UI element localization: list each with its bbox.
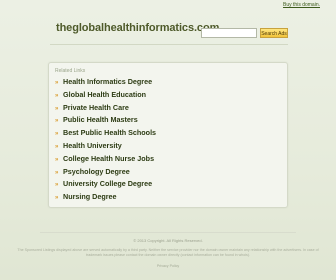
related-link-label: University College Degree: [63, 179, 153, 189]
arrow-right-icon: »: [55, 156, 59, 163]
related-link-label: Psychology Degree: [63, 166, 130, 176]
related-link-health-informatics-degree[interactable]: » Health Informatics Degree: [55, 76, 156, 89]
related-links-list: » Health Informatics Degree » Global Healt…: [55, 76, 156, 204]
related-link-label: Health Informatics Degree: [63, 77, 153, 86]
related-link-label: Best Public Health Schools: [63, 128, 157, 138]
related-link-label: College Health Nurse Jobs: [63, 153, 155, 163]
arrow-right-icon: »: [55, 195, 59, 202]
related-link-university-college-degree[interactable]: » University College Degree: [55, 178, 156, 191]
related-link-best-public-health-schools[interactable]: » Best Public Health Schools: [55, 127, 156, 140]
copyright-text: © 2013 Copyright. All Rights Reserved.: [133, 238, 203, 243]
privacy-policy-link[interactable]: Privacy Policy: [0, 264, 336, 268]
related-links-label: Related Links: [55, 68, 86, 74]
related-link-health-university[interactable]: » Health University: [55, 140, 156, 153]
domain-title: theglobalhealthinformatics.com: [56, 22, 220, 34]
footer-divider: [40, 232, 296, 233]
related-link-private-health-care[interactable]: » Private Health Care: [55, 102, 156, 115]
parked-domain-page: Buy this domain. theglobalhealthinformat…: [0, 0, 336, 280]
disclaimer-text: The Sponsored Listings displayed above a…: [17, 248, 319, 257]
related-link-college-health-nurse-jobs[interactable]: » College Health Nurse Jobs: [55, 153, 156, 166]
arrow-right-icon: »: [55, 143, 59, 150]
related-link-label: Public Health Masters: [63, 115, 138, 125]
related-link-psychology-degree[interactable]: » Psychology Degree: [55, 166, 156, 179]
search-ads-button[interactable]: Search Ads: [260, 28, 288, 38]
header-divider: [50, 44, 288, 45]
buy-domain-link[interactable]: Buy this domain.: [283, 2, 320, 8]
related-link-label: Global Health Education: [63, 89, 147, 99]
related-link-label: Health University: [63, 140, 122, 150]
arrow-right-icon: »: [55, 80, 59, 86]
arrow-right-icon: »: [55, 92, 59, 99]
related-link-public-health-masters[interactable]: » Public Health Masters: [55, 114, 156, 127]
related-link-global-health-education[interactable]: » Global Health Education: [55, 89, 156, 102]
related-link-label: Nursing Degree: [63, 192, 117, 202]
related-link-nursing-degree[interactable]: » Nursing Degree: [55, 191, 156, 204]
related-link-label: Private Health Care: [63, 102, 129, 112]
search-input[interactable]: [201, 28, 257, 38]
